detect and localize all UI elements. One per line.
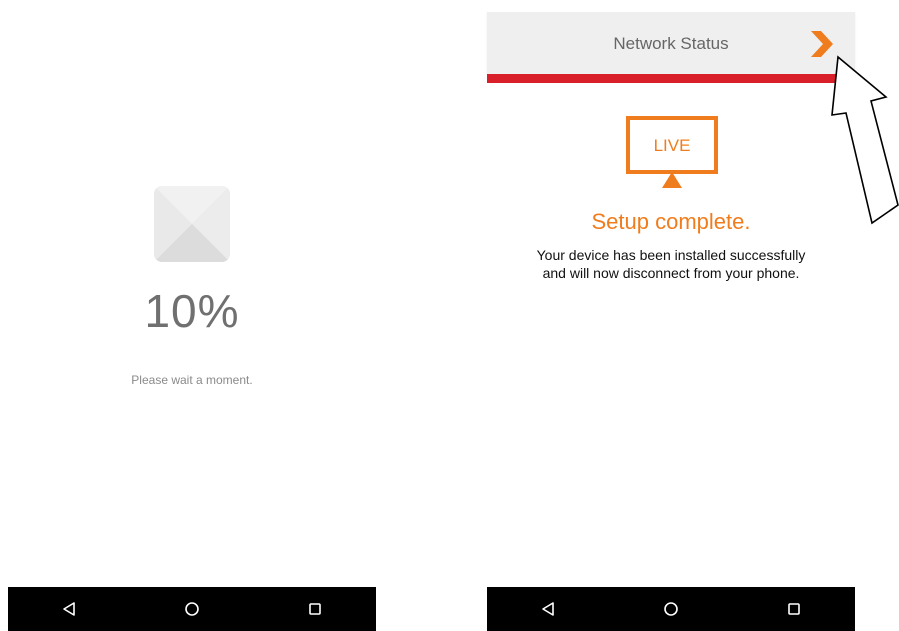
recents-square-icon bbox=[308, 603, 321, 615]
progress-percent-text: 10% bbox=[144, 285, 240, 337]
home-button[interactable] bbox=[651, 594, 691, 624]
setup-complete-message: Your device has been installed successfu… bbox=[487, 246, 855, 282]
left-navigation-bar bbox=[8, 587, 376, 631]
setup-complete-title: Setup complete. bbox=[591, 209, 751, 234]
header-red-divider bbox=[487, 74, 855, 83]
wait-message: Please wait a moment. bbox=[131, 373, 253, 387]
annotation-arrow-icon bbox=[831, 55, 899, 225]
recents-button[interactable] bbox=[295, 594, 335, 624]
setup-message-line1: Your device has been installed successfu… bbox=[536, 247, 806, 263]
back-button[interactable] bbox=[528, 594, 568, 624]
live-label: LIVE bbox=[654, 136, 691, 155]
network-status-title: Network Status bbox=[613, 34, 729, 53]
home-circle-icon bbox=[185, 602, 199, 616]
back-triangle-icon bbox=[542, 602, 555, 616]
recents-square-icon bbox=[787, 603, 800, 615]
setup-message-line2: and will now disconnect from your phone. bbox=[542, 265, 800, 281]
left-phone-screen: 10% Please wait a moment. bbox=[8, 0, 376, 631]
app-logo-icon bbox=[154, 186, 230, 262]
back-button[interactable] bbox=[49, 594, 89, 624]
right-phone-screen: Network Status LIVE Setup complete. Your… bbox=[487, 12, 855, 587]
live-monitor-icon: LIVE bbox=[626, 116, 718, 188]
network-status-header[interactable]: Network Status bbox=[487, 12, 855, 74]
home-button[interactable] bbox=[172, 594, 212, 624]
back-triangle-icon bbox=[63, 602, 76, 616]
right-navigation-bar bbox=[487, 587, 855, 631]
screenshot-canvas: 10% Please wait a moment. Network Status bbox=[0, 0, 899, 631]
home-circle-icon bbox=[664, 602, 678, 616]
recents-button[interactable] bbox=[774, 594, 814, 624]
